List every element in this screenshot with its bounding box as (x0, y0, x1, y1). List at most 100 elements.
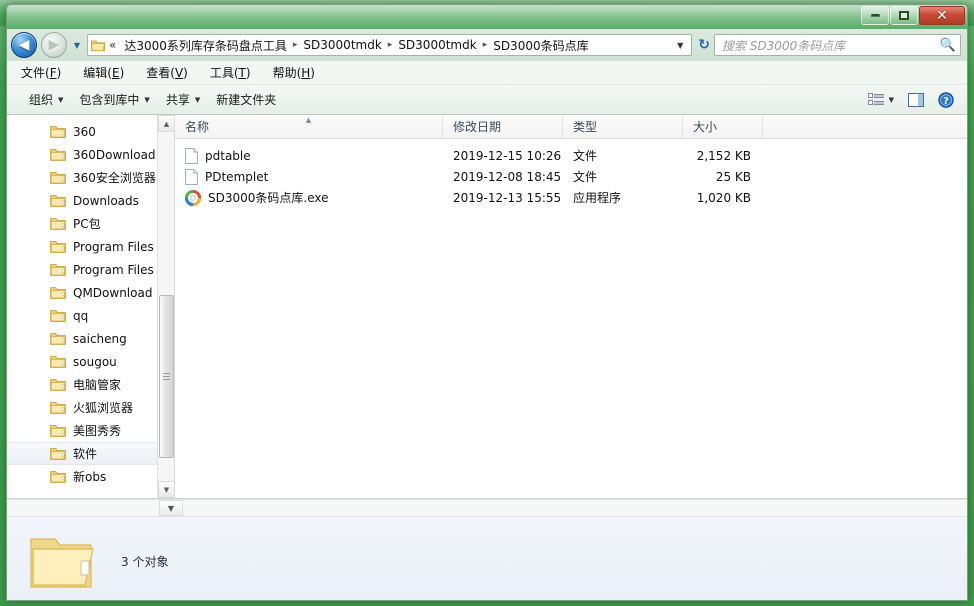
address-dropdown-icon[interactable]: ▼ (671, 41, 689, 50)
organize-button[interactable]: 组织 ▼ (21, 88, 71, 111)
nav-tree-item-label: 360 (73, 124, 96, 139)
table-row[interactable]: PDtemplet 2019-12-08 18:45 文件 25 KB (175, 166, 967, 187)
nav-tree-item[interactable]: 电脑管家 (7, 373, 174, 396)
window-controls: ✕ (861, 6, 965, 25)
forward-arrow-icon: ▶ (48, 37, 60, 53)
nav-tree-item[interactable]: saicheng (7, 327, 174, 350)
file-name-cell[interactable]: SD3000条码点库.exe (175, 189, 443, 206)
new-folder-label: 新建文件夹 (216, 93, 277, 107)
folder-icon (50, 402, 66, 414)
back-button[interactable]: ◀ (11, 32, 37, 58)
breadcrumb-separator-icon[interactable]: ▸ (290, 40, 301, 50)
nav-tree-item-label: qq (73, 308, 89, 323)
breadcrumb-item-3[interactable]: SD3000条码点库 (490, 36, 591, 55)
nav-tree-item[interactable]: 新obs (7, 465, 174, 488)
menu-file[interactable]: 文件(F) (21, 64, 61, 81)
search-icon[interactable]: 🔍 (940, 38, 956, 53)
file-list-pane: ▲ 名称 修改日期 类型 大小 pdtable 2019-12-15 10:26 文… (175, 115, 967, 498)
new-folder-button[interactable]: 新建文件夹 (208, 88, 284, 111)
document-icon (185, 168, 198, 185)
organize-label: 组织 (29, 93, 54, 107)
column-header-filler[interactable] (763, 115, 967, 138)
pane-collapse-button[interactable]: ▼ (159, 500, 183, 516)
file-name-cell[interactable]: pdtable (175, 147, 443, 164)
menu-view[interactable]: 查看(V) (146, 64, 188, 81)
nav-tree-item[interactable]: sougou (7, 350, 174, 373)
horizontal-scroll-strip[interactable]: ▼ (7, 499, 967, 516)
navigation-tree: 360 360Download 360安全浏览器 Downloads PC包 Progra… (7, 115, 174, 488)
explorer-window: ✕ ◀ ▶ ▼ « 达3000系列库存条码盘点工具 ▸ SD3000tmdk ▸… (6, 4, 968, 601)
scroll-up-button[interactable]: ▲ (158, 115, 174, 132)
maximize-icon (899, 11, 909, 20)
nav-tree-item[interactable]: 软件 (7, 442, 174, 465)
refresh-icon[interactable]: ↻ (696, 37, 710, 53)
help-button[interactable]: ? (931, 89, 961, 111)
file-name-label: PDtemplet (205, 169, 269, 184)
nav-tree-item-label: 电脑管家 (73, 378, 122, 392)
nav-tree-item[interactable]: Program Files (7, 258, 174, 281)
forward-button[interactable]: ▶ (41, 32, 67, 58)
nav-tree-item[interactable]: 360 (7, 120, 174, 143)
search-input[interactable]: 搜索 SD3000条码点库 (722, 37, 940, 54)
file-date-cell: 2019-12-15 10:26 (453, 148, 562, 163)
share-label: 共享 (165, 93, 190, 107)
folder-icon (50, 310, 66, 322)
address-breadcrumb-bar[interactable]: « 达3000系列库存条码盘点工具 ▸ SD3000tmdk ▸ SD3000t… (87, 34, 693, 56)
minimize-button[interactable] (861, 6, 889, 25)
file-size-cell: 1,020 KB (696, 190, 751, 205)
table-row[interactable]: pdtable 2019-12-15 10:26 文件 2,152 KB (175, 145, 967, 166)
list-view-icon (867, 92, 884, 105)
breadcrumb-separator-icon[interactable]: ▸ (480, 40, 491, 50)
maximize-button[interactable] (890, 6, 918, 25)
file-name-cell[interactable]: PDtemplet (175, 168, 443, 185)
file-date-cell: 2019-12-08 18:45 (453, 169, 562, 184)
scroll-down-button[interactable]: ▼ (158, 481, 174, 498)
menu-tools[interactable]: 工具(T) (210, 64, 251, 81)
breadcrumb-overflow-icon[interactable]: « (109, 38, 116, 52)
column-header-date-label: 修改日期 (453, 120, 502, 134)
close-icon: ✕ (936, 7, 948, 24)
column-header-name[interactable]: ▲ 名称 (175, 115, 443, 138)
breadcrumb-item-2[interactable]: SD3000tmdk (395, 37, 479, 53)
menu-edit[interactable]: 编辑(E) (83, 64, 124, 81)
nav-tree-item-label: Downloads (73, 193, 139, 208)
nav-tree-item[interactable]: Program Files (7, 235, 174, 258)
nav-tree-item[interactable]: QMDownload (7, 281, 174, 304)
nav-tree-item[interactable]: qq (7, 304, 174, 327)
menu-help[interactable]: 帮助(H) (273, 64, 315, 81)
column-header-size[interactable]: 大小 (683, 115, 763, 138)
table-row[interactable]: SD3000条码点库.exe 2019-12-13 15:55 应用程序 1,020 … (175, 187, 967, 208)
close-button[interactable]: ✕ (919, 6, 965, 25)
change-view-button[interactable]: ▼ (861, 90, 901, 110)
file-name-label: pdtable (205, 148, 251, 163)
chevron-up-icon: ▲ (163, 119, 170, 128)
chevron-down-icon: ▼ (144, 95, 150, 104)
nav-tree-item[interactable]: Downloads (7, 189, 174, 212)
folder-icon (50, 218, 66, 230)
column-header-type[interactable]: 类型 (563, 115, 683, 138)
nav-tree-item[interactable]: PC包 (7, 212, 174, 235)
navigation-scrollbar[interactable]: ▲ ▼ (157, 115, 174, 498)
back-arrow-icon: ◀ (18, 37, 30, 53)
application-icon (185, 189, 201, 206)
history-dropdown-icon[interactable]: ▼ (71, 41, 83, 50)
share-button[interactable]: 共享 ▼ (158, 88, 208, 111)
nav-tree-item[interactable]: 360安全浏览器 (7, 166, 174, 189)
folder-icon (50, 471, 66, 483)
scrollbar-thumb[interactable] (159, 295, 174, 458)
breadcrumb-item-1[interactable]: SD3000tmdk (300, 37, 384, 53)
nav-tree-item[interactable]: 美图秀秀 (7, 419, 174, 442)
nav-tree-item[interactable]: 360Download (7, 143, 174, 166)
folder-icon (50, 287, 66, 299)
nav-tree-item-label: sougou (73, 354, 117, 369)
column-header-date[interactable]: 修改日期 (443, 115, 563, 138)
breadcrumb-separator-icon[interactable]: ▸ (385, 40, 396, 50)
breadcrumb-item-0[interactable]: 达3000系列库存条码盘点工具 (121, 36, 290, 55)
folder-icon (50, 172, 66, 184)
nav-tree-item-label: 360Download (73, 147, 156, 162)
include-in-library-button[interactable]: 包含到库中 ▼ (71, 88, 157, 111)
search-box[interactable]: 搜索 SD3000条码点库 🔍 (714, 34, 961, 56)
nav-tree-item[interactable]: 火狐浏览器 (7, 396, 174, 419)
nav-tree-item-label: 火狐浏览器 (73, 401, 134, 415)
preview-pane-button[interactable] (901, 90, 931, 110)
